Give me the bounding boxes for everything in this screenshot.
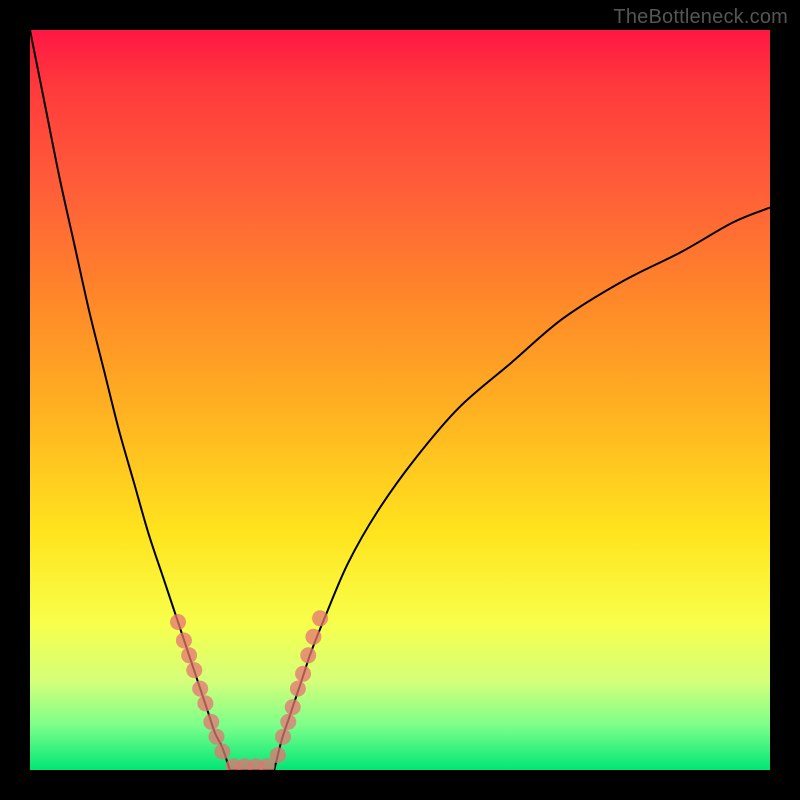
data-dot (285, 699, 301, 715)
data-dot (275, 729, 291, 745)
data-dot (295, 666, 311, 682)
data-dot (192, 681, 208, 697)
data-dot (312, 610, 328, 626)
data-dot (214, 744, 230, 760)
data-dot (203, 714, 219, 730)
data-dot (181, 647, 197, 663)
data-dot (197, 695, 213, 711)
curve-group (30, 30, 770, 770)
data-dot (290, 681, 306, 697)
data-dot (176, 633, 192, 649)
data-dot (300, 647, 316, 663)
data-dot (208, 729, 224, 745)
data-dot (305, 629, 321, 645)
data-dot (170, 614, 186, 630)
data-dot (280, 714, 296, 730)
curve-right-curve (274, 208, 770, 770)
chart-plot-area (30, 30, 770, 770)
dot-group (170, 610, 328, 770)
watermark-text: TheBottleneck.com (613, 6, 788, 29)
chart-svg (30, 30, 770, 770)
curve-left-curve (30, 30, 230, 770)
data-dot (186, 662, 202, 678)
